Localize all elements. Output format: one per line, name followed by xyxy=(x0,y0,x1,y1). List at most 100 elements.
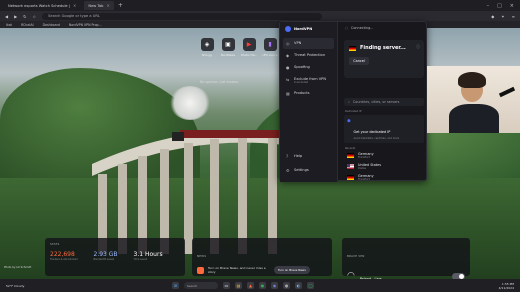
taskbar-search[interactable]: Search xyxy=(184,282,218,289)
server-search-input[interactable]: ⌕ Countries, cities, or servers xyxy=(344,98,424,106)
nav-item-vpn[interactable]: ◎ VPN xyxy=(283,38,334,49)
shield-icon[interactable]: ◆ xyxy=(491,14,494,19)
dedicated-subtitle: Avoid blacklists, captchas, and more xyxy=(353,137,400,140)
brave-news-icon xyxy=(197,266,204,274)
vpn-sidebar: NordVPN ◎ VPN ◆ Threat Protection ● Spoo… xyxy=(280,22,338,182)
task-view-icon[interactable]: ▭ xyxy=(223,282,230,289)
close-window-button[interactable]: × xyxy=(510,3,514,9)
photo-credit: Photo by Lili Schmidt xyxy=(4,266,32,269)
usa-flag-icon xyxy=(347,164,354,169)
extensions-icon[interactable]: ✦ xyxy=(501,14,504,19)
info-icon[interactable]: ⓘ xyxy=(416,44,420,50)
tab-new-tab[interactable]: New Tab × xyxy=(84,1,114,10)
germany-flag-icon xyxy=(347,175,354,180)
shortcut-tiles: ◈ NYA.gg ▣ NordNews ▶ Studio Ha... ▮ UFC… xyxy=(200,38,278,57)
steam-icon[interactable]: ◐ xyxy=(295,282,302,289)
maximize-button[interactable]: □ xyxy=(497,3,502,9)
nav-label: Settings xyxy=(294,168,309,172)
location-city: Dallas xyxy=(358,167,366,170)
location-item[interactable]: Germany Frankfurt xyxy=(344,172,424,183)
cancel-button[interactable]: Cancel xyxy=(349,57,369,65)
spotify-icon[interactable]: ◯ xyxy=(307,282,314,289)
stat-time: 3.1 Hours Time saved xyxy=(134,251,163,261)
menu-icon[interactable]: ≡ xyxy=(512,14,515,19)
vpn-main: ◌ Connecting... ⓘ Finding server... Canc… xyxy=(340,22,428,182)
obs-icon[interactable]: ◍ xyxy=(283,282,290,289)
location-text: Germany Frankfurt xyxy=(358,152,374,159)
window-controls: – □ × xyxy=(487,3,520,9)
address-bar-row: ◀ ▶ ↻ ☆ Search Google or type a URL ◆ ✦ … xyxy=(0,11,520,21)
grid-icon: ▦ xyxy=(286,91,290,96)
globe-icon: ◎ xyxy=(286,41,290,46)
dedicated-text: Get your dedicated IP Avoid blacklists, … xyxy=(354,118,400,140)
weather-widget[interactable]: 52°F Cloudy xyxy=(0,284,60,288)
dedicated-ip-item[interactable]: ⬢ Get your dedicated IP Avoid blacklists… xyxy=(344,115,424,143)
nav-item-help[interactable]: ? Help xyxy=(283,151,312,162)
shortcut-ufc[interactable]: ▮ UFC.com p xyxy=(262,38,278,57)
nav-label: Help xyxy=(294,154,303,158)
location-item[interactable]: Germany Frankfurt xyxy=(344,150,424,161)
location-icon: ● xyxy=(286,65,290,70)
shortcut-label: NYA.gg xyxy=(202,53,212,57)
youtube-icon: ▶ xyxy=(242,38,256,51)
nav-label: VPN xyxy=(294,41,302,45)
train-steam xyxy=(170,86,210,120)
stat-caption: Time saved xyxy=(133,258,148,261)
dedicated-title: Get your dedicated IP xyxy=(353,130,391,134)
stats-row: 222,698 Trackers & ads blocked 2.93 GB B… xyxy=(50,251,180,261)
sponsored-text: No sponsor. Just browse. xyxy=(200,80,239,84)
germany-flag-icon xyxy=(347,153,354,158)
shield-icon: ◈ xyxy=(200,38,214,51)
widget-header: STATS xyxy=(50,242,60,246)
nav-item-exclude[interactable]: ⇆ Exclude from VPN 0 excluded xyxy=(283,74,334,87)
shortcut-nordnews[interactable]: ▣ NordNews xyxy=(221,38,235,57)
nav-item-threat-protection[interactable]: ◆ Threat Protection xyxy=(283,50,334,61)
location-city: Frankfurt xyxy=(358,156,370,159)
turn-on-news-button[interactable]: Turn on Brave News xyxy=(274,266,310,274)
webcam-person-body xyxy=(449,104,499,133)
nav-item-spoofing[interactable]: ● Spoofing xyxy=(283,62,334,73)
windows-start-icon[interactable]: ⊞ xyxy=(172,282,179,289)
shortcut-nya[interactable]: ◈ NYA.gg xyxy=(200,38,214,57)
nav-item-products[interactable]: ▦ Products xyxy=(283,88,334,99)
bookmark-nordvpn[interactable]: NordVPN VPN Prop... xyxy=(69,23,102,27)
search-placeholder: Countries, cities, or servers xyxy=(352,100,400,104)
tab-watch-schedule[interactable]: Network exports Watch Schedule | × xyxy=(4,1,80,10)
finding-title: Finding server... xyxy=(360,45,406,51)
back-icon[interactable]: ◀ xyxy=(5,14,8,19)
shortcut-label: UFC.com p xyxy=(262,53,278,57)
news-widget: NEWS Turn on Brave News, and never miss … xyxy=(192,238,332,276)
new-tab-button[interactable]: + xyxy=(118,2,123,9)
system-tray[interactable]: 1:55 PM 4/11/2024 xyxy=(499,282,520,290)
nav-sublabel: 0 excluded xyxy=(294,81,309,84)
close-tab-icon[interactable]: × xyxy=(73,3,76,8)
tab-label: Network exports Watch Schedule | xyxy=(8,3,71,8)
clock-date: 4/11/2024 xyxy=(498,285,514,290)
nav-item-settings[interactable]: ⚙ Settings xyxy=(283,165,312,176)
tab-bar: Network exports Watch Schedule | × New T… xyxy=(0,0,520,11)
bookmarks-bar: Ikat RChatAI Dashboard NordVPN VPN Prop.… xyxy=(0,21,520,28)
status-text: Connecting... xyxy=(350,26,374,30)
connection-status: ◌ Connecting... xyxy=(340,22,428,34)
forward-icon[interactable]: ▶ xyxy=(14,14,17,19)
stat-value: 222,698 xyxy=(50,251,75,258)
bookmark-rchatai[interactable]: RChatAI xyxy=(21,23,34,27)
bookmark-ikat[interactable]: Ikat xyxy=(6,23,12,27)
minimize-button[interactable]: – xyxy=(487,3,490,9)
address-bar[interactable]: Search Google or type a URL xyxy=(42,12,323,20)
close-tab-icon[interactable]: × xyxy=(106,3,109,8)
reload-icon[interactable]: ↻ xyxy=(23,14,26,19)
widget-header: BRAVE VPN xyxy=(347,254,365,258)
shortcut-label: Studio Ha... xyxy=(240,53,258,57)
shortcut-studio[interactable]: ▶ Studio Ha... xyxy=(240,38,258,57)
location-item[interactable]: United States Dallas xyxy=(344,161,424,172)
vpn-brand: NordVPN xyxy=(280,22,337,36)
file-explorer-icon[interactable]: ▤ xyxy=(235,282,242,289)
brave-icon[interactable]: ▲ xyxy=(247,282,254,289)
bookmark-icon[interactable]: ☆ xyxy=(33,14,37,19)
webcam-overlay xyxy=(427,66,520,133)
chrome-icon[interactable]: ● xyxy=(259,282,266,289)
bookmark-dashboard[interactable]: Dashboard xyxy=(43,23,60,27)
discord-icon[interactable]: ◉ xyxy=(271,282,278,289)
viaduct-illustration xyxy=(92,130,292,254)
